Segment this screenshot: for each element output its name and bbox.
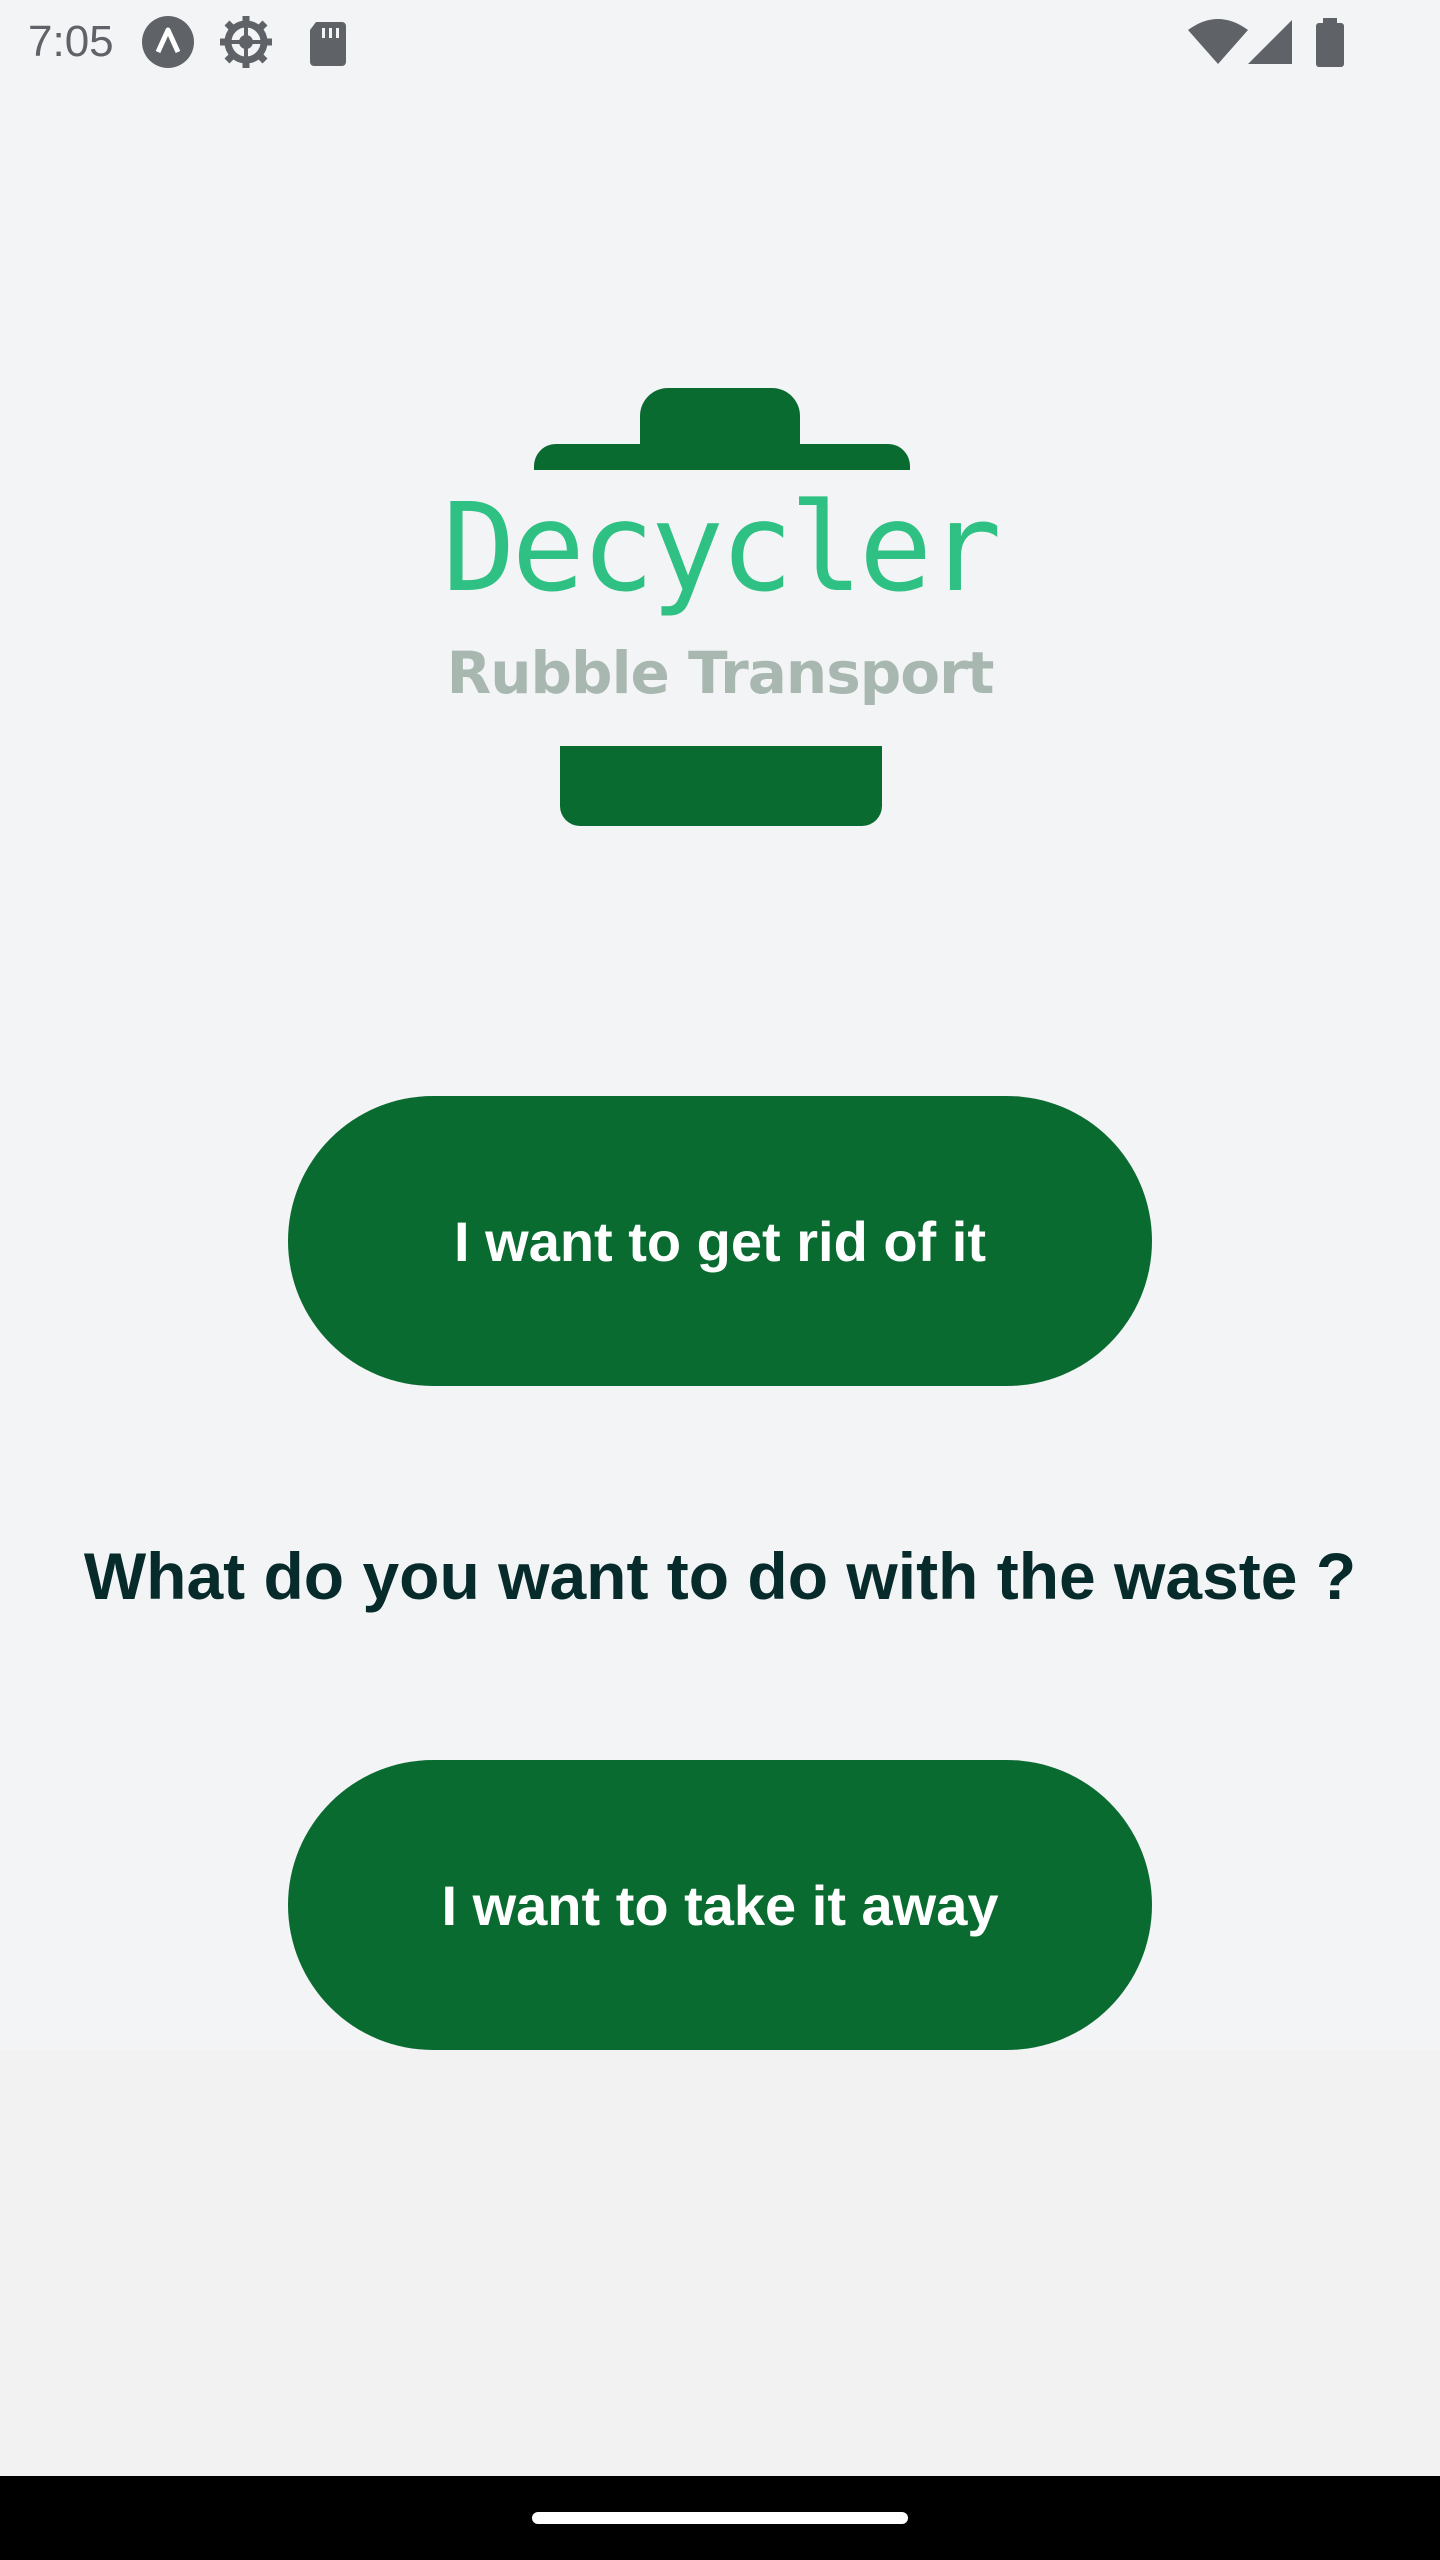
- app-background: [0, 0, 1440, 2050]
- sd-card-icon: [300, 14, 356, 70]
- take-it-away-button[interactable]: I want to take it away: [288, 1760, 1152, 2050]
- system-navigation-bar: [0, 2476, 1440, 2560]
- wifi-icon: [1186, 14, 1250, 70]
- cellular-signal-icon: [1244, 14, 1300, 70]
- bin-lid-shape: [534, 444, 910, 470]
- get-rid-of-it-button[interactable]: I want to get rid of it: [288, 1096, 1152, 1386]
- app-a-icon: [140, 14, 196, 70]
- logo-title: Decycler: [442, 477, 1002, 619]
- decycler-logo: Decycler Rubble Transport: [430, 388, 1010, 828]
- logo-subtitle: Rubble Transport: [446, 639, 995, 707]
- status-bar: 7:05: [0, 0, 1440, 84]
- home-gesture-handle[interactable]: [532, 2512, 908, 2524]
- bin-base-shape: [560, 746, 882, 826]
- battery-icon: [1310, 14, 1350, 70]
- waste-question-text: What do you want to do with the waste ?: [83, 1539, 1357, 1613]
- status-time: 7:05: [28, 17, 114, 66]
- settings-gear-icon: [218, 14, 274, 70]
